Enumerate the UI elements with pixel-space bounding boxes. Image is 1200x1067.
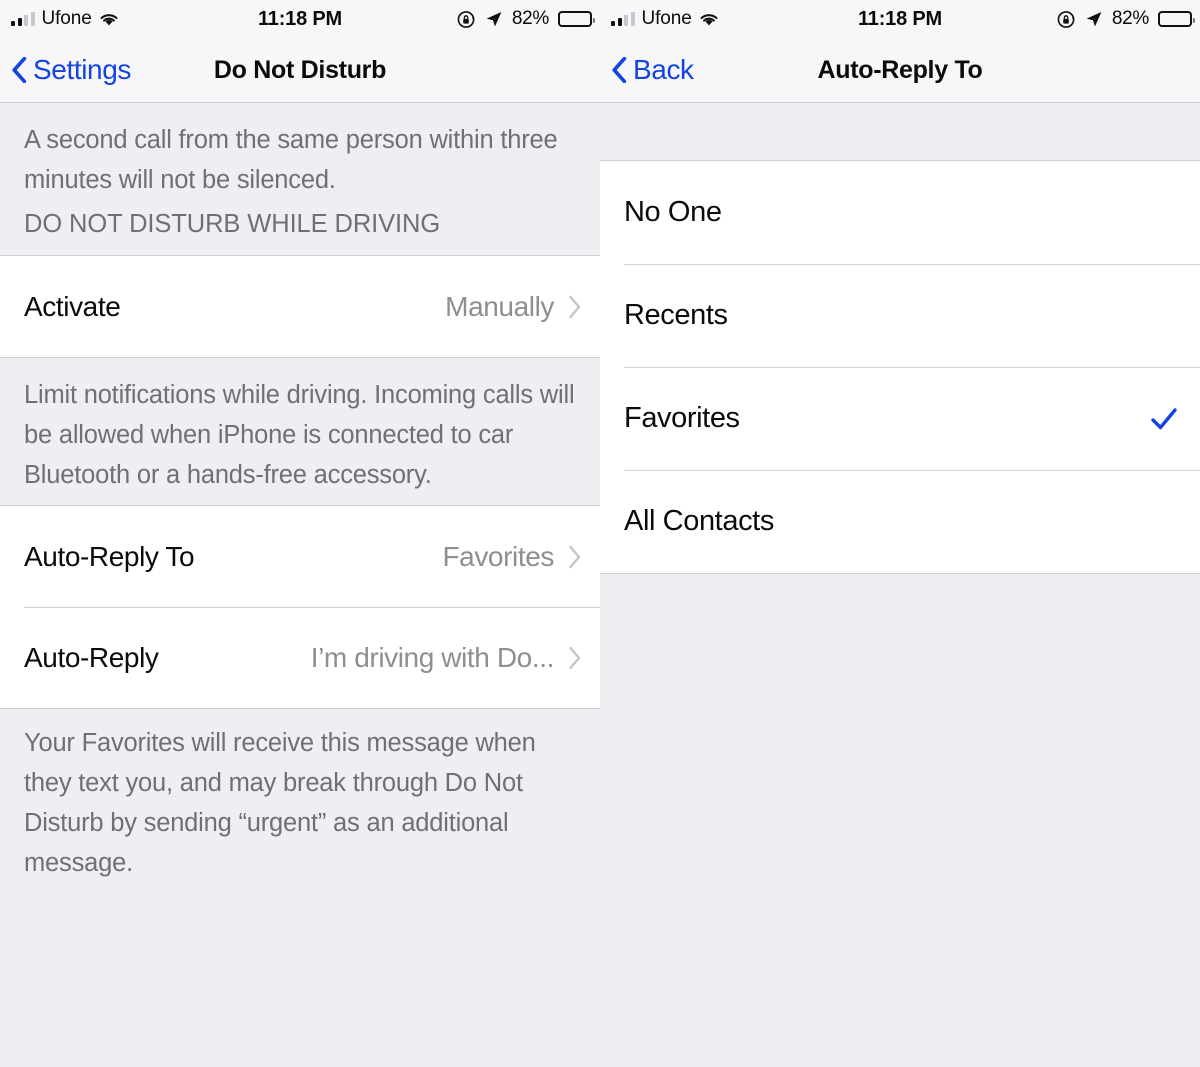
- auto-reply-options-content: No One Recents Favorites All Contacts: [600, 103, 1200, 1067]
- option-label: Recents: [624, 299, 728, 331]
- settings-content-left: A second call from the same person withi…: [0, 103, 600, 1067]
- screen-auto-reply-to: Ufone 11:18 PM 82% Back Auto-Reply To No…: [600, 0, 1200, 1067]
- page-title: Do Not Disturb: [213, 56, 387, 84]
- driving-section-header: DO NOT DISTURB WHILE DRIVING: [24, 210, 441, 238]
- option-recents[interactable]: Recents: [600, 264, 1200, 367]
- auto-reply-footer-text: Your Favorites will receive this message…: [24, 729, 536, 877]
- status-bar-left: Ufone 11:18 PM 82%: [0, 0, 600, 38]
- nav-bar-right: Back Auto-Reply To: [600, 38, 1200, 103]
- battery-icon: [558, 11, 595, 27]
- row-activate-value: Manually: [445, 290, 554, 322]
- battery-percent-label: 82%: [1111, 8, 1149, 29]
- row-auto-reply[interactable]: Auto-Reply I’m driving with Do...: [0, 607, 600, 708]
- auto-reply-options-list: No One Recents Favorites All Contacts: [600, 160, 1200, 574]
- screen-do-not-disturb: Ufone 11:18 PM 82% Settings Do Not Distu…: [0, 0, 600, 1067]
- status-bar-right: Ufone 11:18 PM 82%: [600, 0, 1200, 38]
- nav-bar-left: Settings Do Not Disturb: [0, 38, 600, 103]
- location-arrow-icon: [1085, 10, 1103, 28]
- battery-percent-label: 82%: [511, 8, 549, 29]
- option-label: No One: [624, 196, 722, 228]
- battery-icon: [1158, 11, 1195, 27]
- rotation-lock-icon: [1057, 10, 1076, 29]
- option-label: Favorites: [624, 402, 740, 434]
- page-title: Auto-Reply To: [817, 56, 983, 84]
- option-all-contacts[interactable]: All Contacts: [600, 470, 1200, 573]
- row-auto-reply-to-value: Favorites: [442, 540, 554, 572]
- driving-footer-text: Limit notifications while driving. Incom…: [24, 381, 575, 489]
- activate-card: Activate Manually: [0, 255, 600, 358]
- row-activate[interactable]: Activate Manually: [0, 256, 600, 357]
- status-bar-right-group: 82%: [1057, 0, 1195, 38]
- checkmark-icon: [1150, 405, 1178, 433]
- chevron-right-icon: [554, 545, 582, 569]
- phone-call-footer-text: A second call from the same person withi…: [24, 126, 558, 194]
- dual-screenshot-container: Ufone 11:18 PM 82% Settings Do Not Distu…: [0, 0, 1200, 1067]
- rotation-lock-icon: [457, 10, 476, 29]
- row-auto-reply-label: Auto-Reply: [24, 641, 159, 673]
- auto-reply-card: Auto-Reply To Favorites Auto-Reply I’m d…: [0, 505, 600, 709]
- row-auto-reply-value: I’m driving with Do...: [310, 641, 554, 673]
- option-no-one[interactable]: No One: [600, 161, 1200, 264]
- option-label: All Contacts: [624, 505, 774, 537]
- row-auto-reply-to-label: Auto-Reply To: [24, 540, 195, 572]
- chevron-right-icon: [554, 295, 582, 319]
- option-favorites[interactable]: Favorites: [600, 367, 1200, 470]
- chevron-right-icon: [554, 646, 582, 670]
- row-activate-label: Activate: [24, 290, 121, 322]
- status-bar-right-group: 82%: [457, 0, 595, 38]
- location-arrow-icon: [485, 10, 503, 28]
- row-auto-reply-to[interactable]: Auto-Reply To Favorites: [0, 506, 600, 607]
